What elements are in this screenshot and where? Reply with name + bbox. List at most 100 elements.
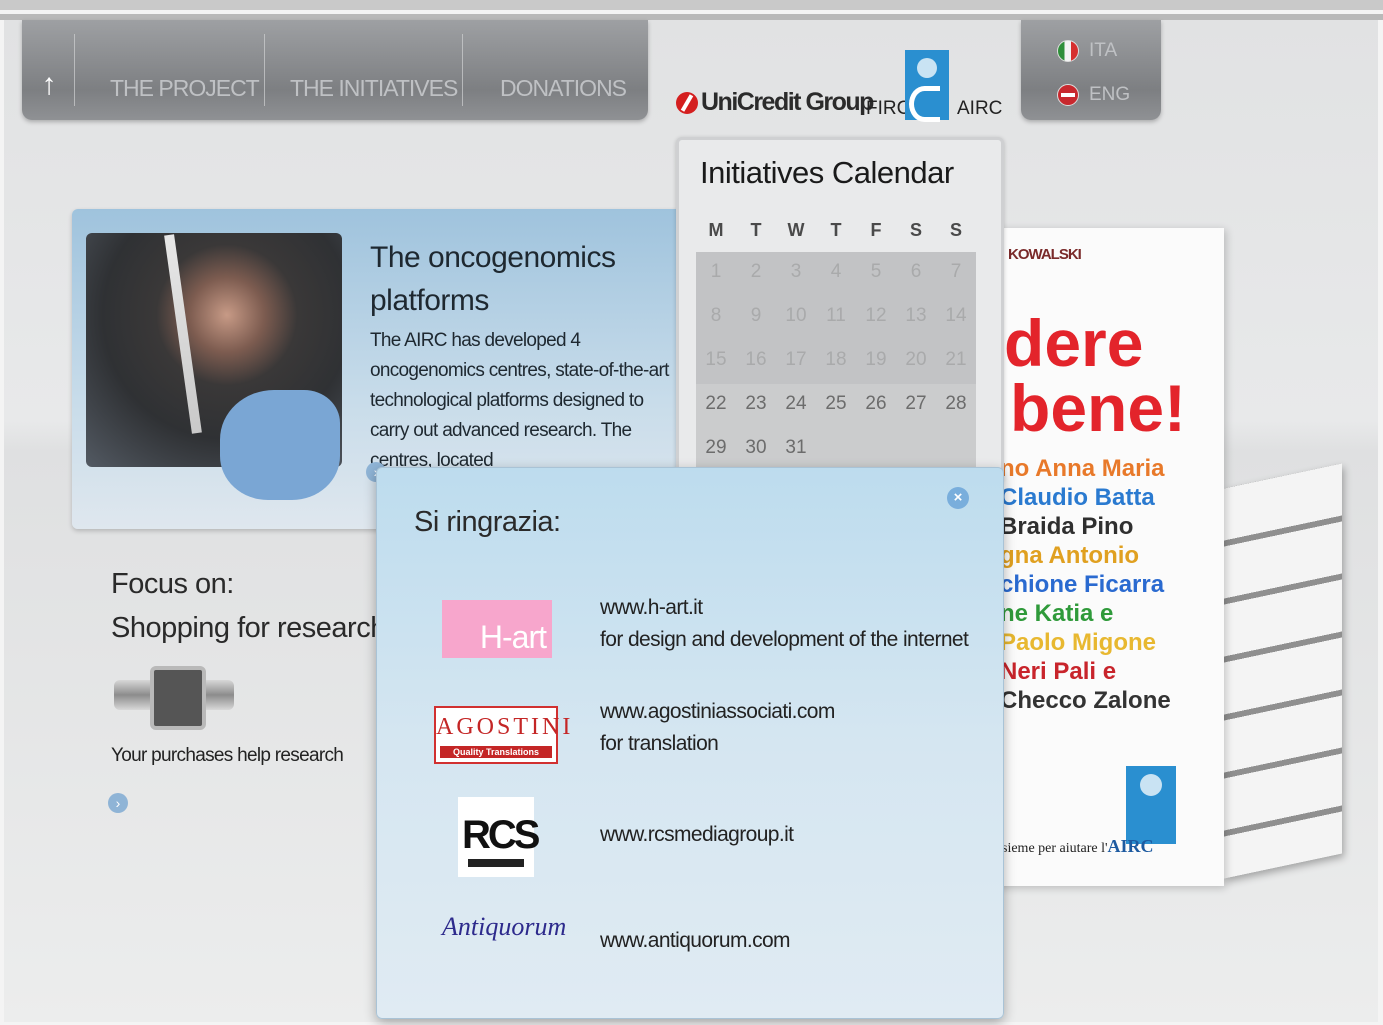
arrow-right-icon: › [115,795,121,811]
sponsor-link[interactable]: www.rcsmediagroup.it [600,819,794,851]
weekday-label: F [870,219,882,240]
hart-logo[interactable]: H-art [442,600,552,658]
lang-ita-label: ITA [1089,40,1118,61]
calendar-day[interactable]: 1 [696,261,736,283]
calendar-day[interactable]: 13 [896,305,936,327]
unicredit-mark-icon [676,91,698,114]
calendar-day[interactable]: 18 [816,349,856,371]
nav-item-initiatives[interactable]: THE INITIATIVES [290,75,458,102]
book-footer-brand: AIRC [1107,836,1154,856]
sponsor-desc: for translation [600,732,719,755]
nav-divider [74,34,75,106]
nav-divider [264,34,265,106]
calendar-day[interactable]: 11 [816,305,856,327]
nav-divider [462,34,463,106]
calendar-day[interactable]: 29 [696,437,736,459]
calendar-day[interactable]: 4 [816,261,856,283]
calendar-day[interactable]: 3 [776,261,816,283]
rcs-logo[interactable]: RCS [458,797,540,877]
antiquorum-logo-text: Antiquorum [442,912,567,941]
calendar-day[interactable]: 24 [776,393,816,415]
weekday-label: T [830,219,842,240]
lang-eng[interactable]: ENG [1057,82,1130,108]
sponsor-link[interactable]: www.antiquorum.com [600,925,791,957]
book-name: Checco Zalone [1000,687,1171,714]
watch-image[interactable] [114,662,234,730]
sponsor-rcs: www.rcsmediagroup.it [600,819,794,851]
focus-subtitle: Your purchases help research [111,745,344,766]
calendar-day[interactable]: 16 [736,349,776,371]
sponsor-hart: www.h-art.it for design and development … [600,592,969,656]
calendar-day[interactable]: 20 [896,349,936,371]
close-button[interactable]: × [947,487,969,509]
focus-title-line1: Focus on: [111,568,234,600]
unicredit-logo[interactable]: UniCredit Group [676,88,874,117]
calendar-day[interactable]: 12 [856,305,896,327]
feature-title: The oncogenomics platforms [370,241,616,317]
calendar-day[interactable]: 28 [936,393,976,415]
top-border [0,0,1383,10]
antiquorum-logo[interactable]: Antiquorum [442,912,566,942]
calendar-grid: M T W T F S S 1 2 3 4 5 6 7 8 9 10 11 12… [696,210,976,470]
calendar-day[interactable]: 10 [776,305,816,327]
calendar-day[interactable]: 23 [736,393,776,415]
calendar-day[interactable]: 22 [696,393,736,415]
airc-logo-icon[interactable] [905,50,949,122]
calendar-title: Initiatives Calendar [700,155,954,190]
calendar-day[interactable]: 25 [816,393,856,415]
calendar-day[interactable]: 5 [856,261,896,283]
book-name: no Anna Maria [1000,455,1165,482]
agostini-logo-text: AGOSTINI [436,714,574,740]
calendar-day[interactable]: 17 [776,349,816,371]
weekday-label: S [949,219,962,240]
sponsor-link[interactable]: www.h-art.it [600,592,968,624]
calendar-week: 8 9 10 11 12 13 14 [696,294,976,338]
uk-flag-icon [1057,84,1079,106]
calendar-day[interactable]: 7 [936,261,976,283]
calendar-day[interactable]: 27 [896,393,936,415]
calendar-day[interactable]: 14 [936,305,976,327]
weekday-label: W [787,219,805,240]
weekday-label: M [708,219,724,240]
book-name: ne Katia e [1000,600,1114,627]
lang-ita[interactable]: ITA [1057,38,1117,64]
calendar-day[interactable]: 30 [736,437,776,459]
book-footer-text: sieme per aiutare l' [1002,841,1108,856]
calendar-weekdays: M T W T F S S [696,210,976,250]
calendar-day[interactable]: 21 [936,349,976,371]
calendar-day[interactable]: 15 [696,349,736,371]
agostini-logo[interactable]: AGOSTINI Quality Translations [434,706,574,764]
book-airc-icon [1126,766,1176,844]
book-title-line2: bene! [1010,371,1187,445]
glove-image [220,390,340,500]
feature-text: The AIRC has developed 4 oncogenomics ce… [370,330,669,471]
calendar-week: 1 2 3 4 5 6 7 [696,250,976,294]
watch-face [150,666,206,730]
book-name: Braida Pino [1000,513,1134,540]
calendar-day[interactable]: 2 [736,261,776,283]
focus-title-line2[interactable]: Shopping for research [111,606,386,650]
calendar-day[interactable]: 31 [776,437,816,459]
airc-logo[interactable]: AIRC [957,98,1002,120]
calendar-day[interactable]: 9 [736,305,776,327]
hart-logo-text: H-art [479,619,547,655]
book-name: Paolo Migone [1000,629,1156,656]
lang-eng-label: ENG [1089,84,1131,105]
focus-arrow-button[interactable]: › [108,793,128,813]
unicredit-label: UniCredit Group [701,88,874,116]
sponsor-link[interactable]: www.agostiniassociati.com [600,696,835,728]
calendar-day[interactable]: 26 [856,393,896,415]
modal-title: Si ringrazia: [414,506,561,538]
firc-logo[interactable]: FIRC [866,98,910,120]
home-button[interactable]: ↑ [34,70,64,100]
calendar-day[interactable]: 6 [896,261,936,283]
focus-title: Focus on: Shopping for research [111,562,386,650]
home-arrow-icon: ↑ [41,68,57,101]
nav-item-project[interactable]: THE PROJECT [110,75,260,102]
calendar-day[interactable]: 8 [696,305,736,327]
nav-item-donations[interactable]: DONATIONS [500,75,627,102]
book-names: no Anna Maria Claudio Batta Braida Pino … [1000,454,1171,715]
calendar-day[interactable]: 19 [856,349,896,371]
calendar-week: 29 30 31 [696,426,976,470]
weekday-label: T [750,219,762,240]
